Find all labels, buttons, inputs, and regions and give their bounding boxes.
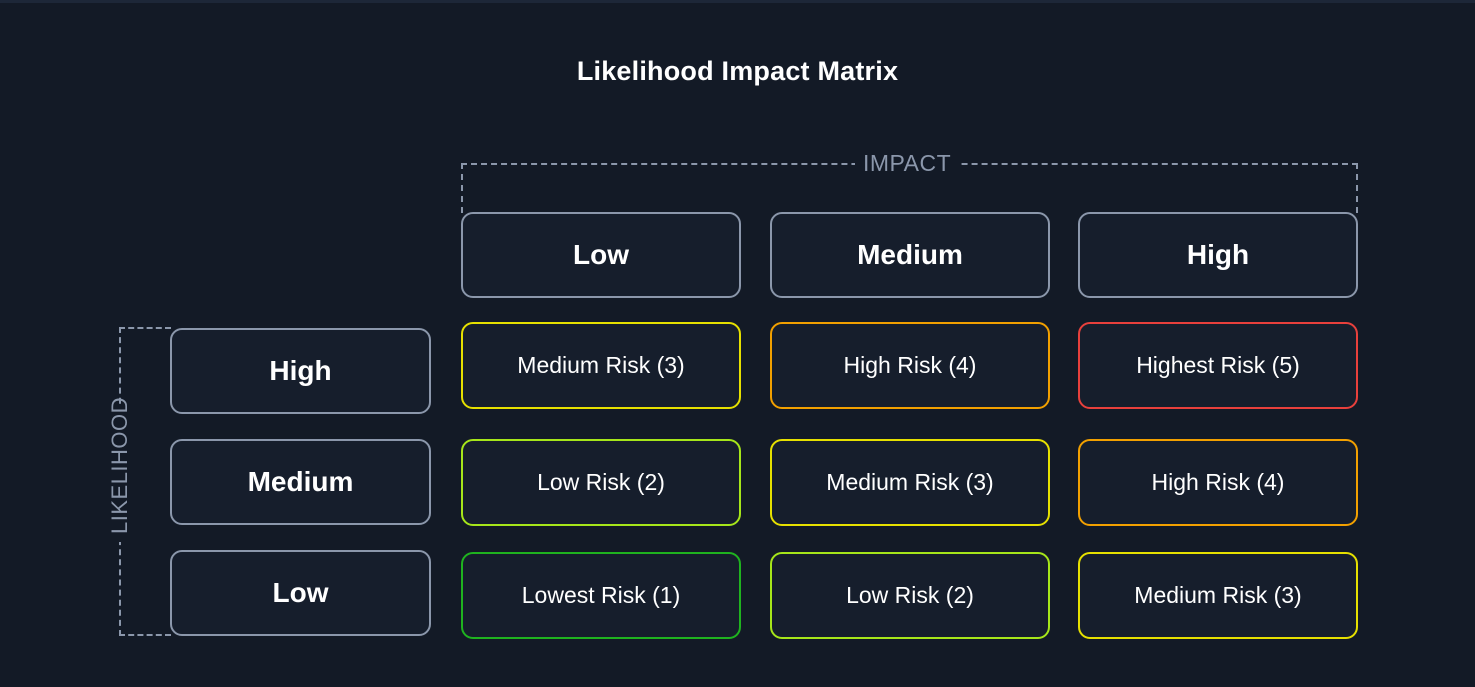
risk-cell-medium-low: Low Risk (2): [461, 439, 741, 526]
impact-axis-label: IMPACT: [855, 150, 960, 177]
likelihood-bracket-top: [119, 327, 171, 329]
risk-cell-high-high: Highest Risk (5): [1078, 322, 1358, 409]
risk-cell-low-low: Lowest Risk (1): [461, 552, 741, 639]
likelihood-header-high: High: [170, 328, 431, 414]
impact-header-high: High: [1078, 212, 1358, 298]
risk-cell-medium-medium: Medium Risk (3): [770, 439, 1050, 526]
impact-bracket-right: [1356, 163, 1358, 213]
impact-header-medium: Medium: [770, 212, 1050, 298]
impact-header-low: Low: [461, 212, 741, 298]
likelihood-bracket-bottom: [119, 634, 171, 636]
risk-cell-low-high: Medium Risk (3): [1078, 552, 1358, 639]
risk-cell-medium-high: High Risk (4): [1078, 439, 1358, 526]
top-border: [0, 0, 1475, 3]
likelihood-header-medium: Medium: [170, 439, 431, 525]
likelihood-axis-label: LIKELIHOOD: [107, 397, 133, 542]
risk-cell-high-low: Medium Risk (3): [461, 322, 741, 409]
impact-bracket-left: [461, 163, 463, 213]
diagram-title: Likelihood Impact Matrix: [576, 56, 899, 86]
likelihood-header-low: Low: [170, 550, 431, 636]
risk-cell-high-medium: High Risk (4): [770, 322, 1050, 409]
risk-cell-low-medium: Low Risk (2): [770, 552, 1050, 639]
